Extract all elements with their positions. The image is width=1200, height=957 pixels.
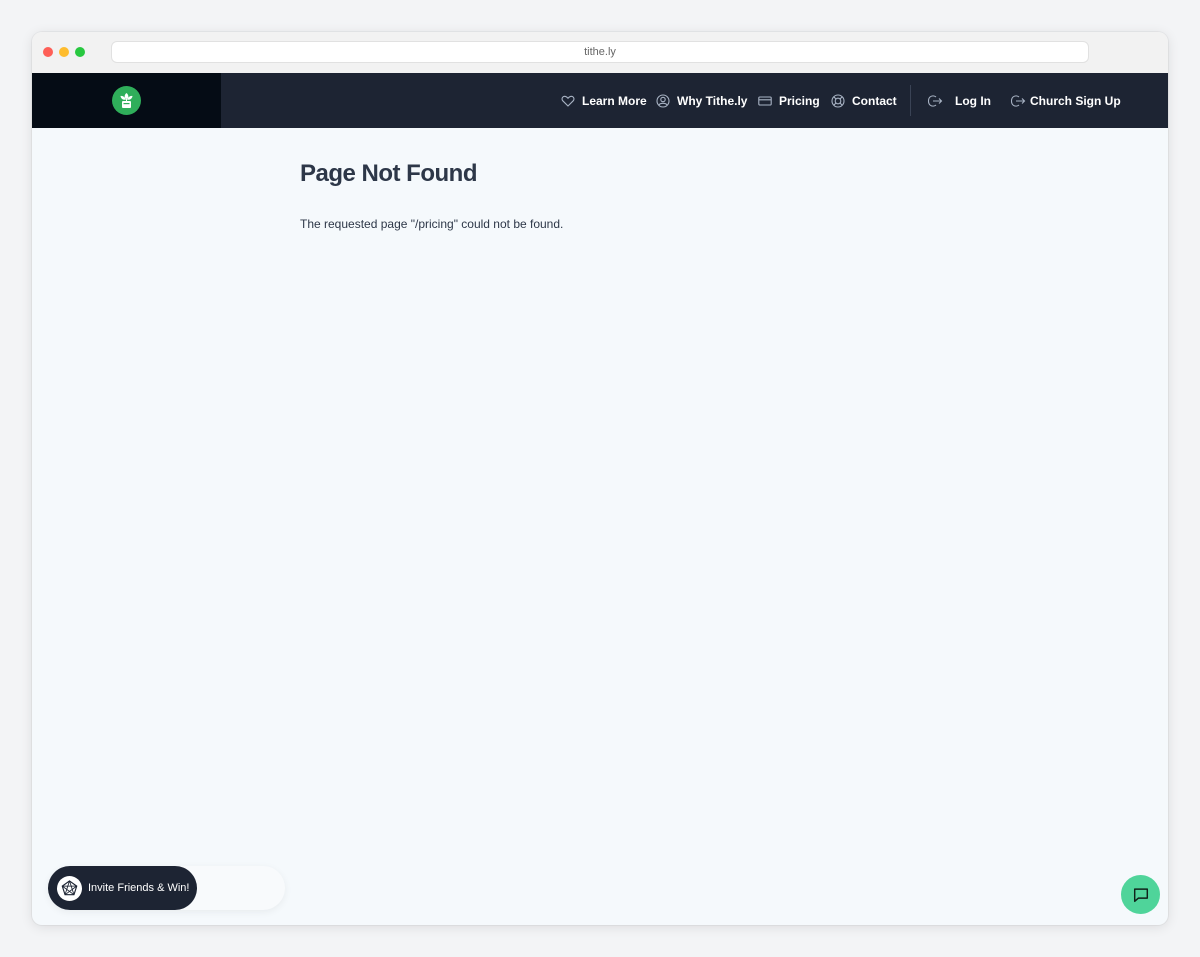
error-message: The requested page "/pricing" could not … bbox=[300, 217, 564, 231]
main-content: Page Not Found The requested page "/pric… bbox=[300, 160, 563, 231]
credit-card-icon bbox=[758, 94, 772, 108]
nav-church-sign-up-label: Church Sign Up bbox=[1030, 93, 1121, 108]
chat-icon bbox=[1133, 887, 1148, 902]
user-circle-icon bbox=[656, 93, 670, 108]
plant-icon bbox=[120, 93, 133, 108]
address-bar[interactable]: tithe.ly bbox=[111, 41, 1089, 63]
nav-pricing[interactable]: Pricing bbox=[758, 73, 820, 128]
tithely-logo[interactable] bbox=[112, 86, 141, 115]
top-navbar: Learn More Why Tithe.ly Pricing Contact bbox=[32, 73, 1168, 128]
minimize-window-button[interactable] bbox=[59, 47, 69, 57]
close-window-button[interactable] bbox=[43, 47, 53, 57]
nav-why-tithely-label: Why Tithe.ly bbox=[677, 93, 748, 108]
invite-friends-button[interactable]: Invite Friends & Win! bbox=[48, 866, 197, 910]
logout-icon bbox=[927, 94, 943, 108]
nav-contact[interactable]: Contact bbox=[831, 73, 897, 128]
nav-learn-more[interactable]: Learn More bbox=[561, 73, 647, 128]
nav-church-sign-up[interactable]: Church Sign Up bbox=[1010, 73, 1121, 128]
nav-divider bbox=[910, 85, 911, 116]
network-icon bbox=[57, 875, 82, 901]
heart-icon bbox=[561, 94, 575, 108]
chat-button[interactable] bbox=[1121, 875, 1160, 914]
logo-area bbox=[32, 73, 221, 128]
nav-pricing-label: Pricing bbox=[779, 93, 820, 108]
maximize-window-button[interactable] bbox=[75, 47, 85, 57]
nav-log-in[interactable]: Log In bbox=[927, 73, 991, 128]
nav-log-in-label: Log In bbox=[955, 93, 991, 108]
nav-learn-more-label: Learn More bbox=[582, 93, 647, 108]
logout-icon bbox=[1010, 94, 1026, 108]
nav-why-tithely[interactable]: Why Tithe.ly bbox=[656, 73, 747, 128]
browser-window: tithe.ly Learn More Why Tithe.ly Pricing… bbox=[32, 32, 1168, 925]
nav-contact-label: Contact bbox=[852, 93, 897, 108]
invite-friends-label: Invite Friends & Win! bbox=[88, 882, 190, 894]
life-buoy-icon bbox=[831, 93, 845, 108]
browser-titlebar: tithe.ly bbox=[32, 32, 1168, 73]
page-title: Page Not Found bbox=[300, 160, 477, 187]
